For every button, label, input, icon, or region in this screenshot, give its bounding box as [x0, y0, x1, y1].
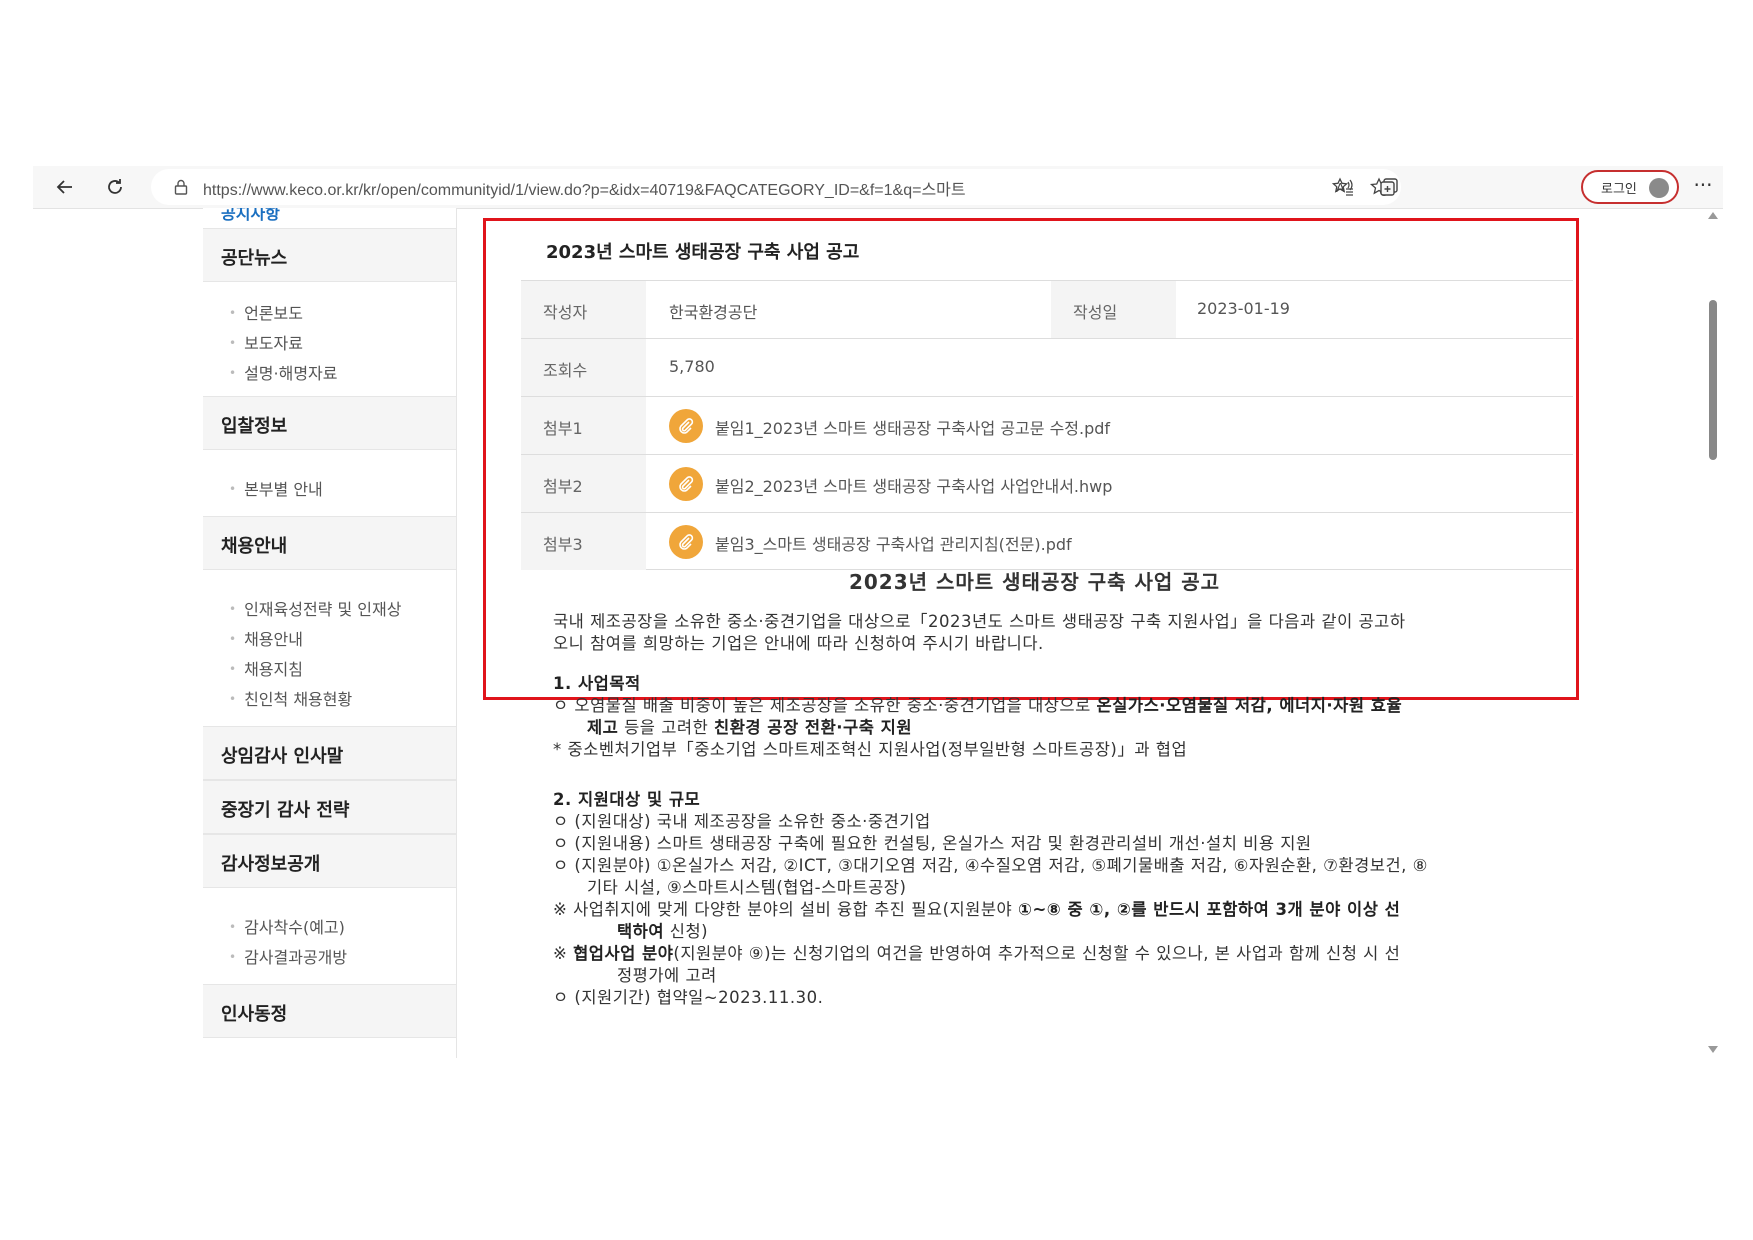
- sidebar-item-explanation[interactable]: 설명·해명자료: [229, 360, 337, 384]
- address-bar[interactable]: https://www.keco.or.kr/kr/open/community…: [151, 169, 1401, 205]
- paperclip-icon[interactable]: [669, 409, 703, 443]
- views-label: 조회수: [543, 361, 588, 380]
- url-text[interactable]: https://www.keco.or.kr/kr/open/community…: [203, 176, 966, 200]
- sidebar-item-recruit-policy[interactable]: 채용지침: [229, 656, 303, 680]
- document-intro-line: 오니 참여를 희망하는 기업은 안내에 따라 신청하여 주시기 바랍니다.: [553, 634, 1044, 653]
- section-line: ※ 사업취지에 맞게 다양한 분야의 설비 융합 추진 필요(지원분야 ①~⑧ …: [553, 900, 1401, 919]
- vertical-scrollbar[interactable]: [1703, 208, 1723, 1058]
- attachment-row: 첨부2 붙임2_2023년 스마트 생태공장 구축사업 사업안내서.hwp: [521, 454, 1573, 512]
- attachment-link[interactable]: 붙임3_스마트 생태공장 구축사업 관리지침(전문).pdf: [715, 531, 1072, 555]
- sidebar-item-press-release[interactable]: 보도자료: [229, 330, 303, 354]
- paperclip-icon[interactable]: [669, 467, 703, 501]
- scroll-down-icon[interactable]: [1708, 1046, 1718, 1053]
- sidebar-group-recruit[interactable]: 채용안내: [203, 516, 456, 570]
- sidebar-item-notice[interactable]: 공지사항: [221, 208, 280, 224]
- reload-icon: [108, 179, 122, 194]
- sidebar-item-recruit-guide[interactable]: 채용안내: [229, 626, 303, 650]
- date-value: 2023-01-19: [1197, 299, 1290, 318]
- section-title: 1. 사업목적: [553, 674, 641, 693]
- lock-icon: [171, 177, 191, 197]
- sidebar-group-label: 중장기 감사 전략: [221, 800, 350, 821]
- sidebar-group-label: 입찰정보: [221, 416, 288, 437]
- section-line: * 중소벤처기업부「중소기업 스마트제조혁신 지원사업(정부일반형 스마트공장)…: [553, 740, 1188, 759]
- more-options-icon[interactable]: ···: [1690, 174, 1716, 200]
- sidebar-item-relatives[interactable]: 친인척 채용현황: [229, 686, 352, 710]
- attachment-row: 첨부3 붙임3_스마트 생태공장 구축사업 관리지침(전문).pdf: [521, 512, 1573, 570]
- section-line: ㅇ 오염물질 배출 비중이 높은 제조공장을 소유한 중소·중견기업을 대상으로…: [553, 696, 1403, 715]
- sidebar-group-label: 인사동정: [221, 1004, 288, 1025]
- browser-window: https://www.keco.or.kr/kr/open/community…: [33, 166, 1723, 1058]
- author-value: 한국환경공단: [669, 303, 758, 322]
- section-line: ㅇ (지원분야) ①온실가스 저감, ②ICT, ③대기오염 저감, ④수질오염…: [553, 856, 1428, 875]
- login-button[interactable]: 로그인: [1581, 170, 1679, 204]
- table-row: 조회수 5,780: [521, 338, 1573, 396]
- sidebar-group-label: 채용안내: [221, 536, 288, 557]
- post-title: 2023년 스마트 생태공장 구축 사업 공고: [546, 242, 860, 263]
- section-line: 택하여 신청): [617, 922, 709, 941]
- section-line: ㅇ (지원기간) 협약일~2023.11.30.: [553, 988, 824, 1007]
- attachment-label: 첨부1: [543, 419, 583, 438]
- date-label: 작성일: [1073, 303, 1118, 322]
- sidebar-group-label: 상임감사 인사말: [221, 746, 344, 767]
- section-line: ※ 협업사업 분야(지원분야 ⑨)는 신청기업의 여건을 반영하여 추가적으로 …: [553, 944, 1401, 963]
- section-line: ㅇ (지원대상) 국내 제조공장을 소유한 중소·중견기업: [553, 812, 931, 831]
- sidebar-group-news[interactable]: 공단뉴스: [203, 228, 456, 282]
- left-sidebar: 공지사항 공단뉴스 언론보도 보도자료 설명·해명자료 입찰정보 본부별 안내 …: [203, 208, 457, 1058]
- sidebar-group-personnel[interactable]: 인사동정: [203, 984, 456, 1038]
- views-value: 5,780: [669, 357, 715, 376]
- table-row: 작성자 한국환경공단 작성일 2023-01-19: [521, 280, 1573, 338]
- attachment-label: 첨부3: [543, 535, 583, 554]
- scroll-up-icon[interactable]: [1708, 212, 1718, 219]
- attachment-link[interactable]: 붙임2_2023년 스마트 생태공장 구축사업 사업안내서.hwp: [715, 473, 1112, 497]
- sidebar-group-audit-strategy[interactable]: 중장기 감사 전략: [203, 780, 456, 834]
- attachment-link[interactable]: 붙임1_2023년 스마트 생태공장 구축사업 공고문 수정.pdf: [715, 415, 1110, 439]
- post-content: 2023년 스마트 생태공장 구축 사업 공고 작성자 한국환경공단 작성일 2…: [457, 208, 1723, 1058]
- sidebar-item-audit-results[interactable]: 감사결과공개방: [229, 944, 347, 968]
- sidebar-item-branch-guide[interactable]: 본부별 안내: [229, 476, 323, 500]
- sidebar-item-press[interactable]: 언론보도: [229, 300, 303, 324]
- reload-button[interactable]: [99, 171, 131, 203]
- favorites-icon[interactable]: [1327, 171, 1359, 203]
- back-button[interactable]: [49, 171, 81, 203]
- collections-icon[interactable]: [1373, 171, 1405, 203]
- sidebar-group-label: 감사정보공개: [221, 854, 321, 875]
- document-intro-line: 국내 제조공장을 소유한 중소·중견기업을 대상으로「2023년도 스마트 생태…: [553, 612, 1406, 631]
- attachment-row: 첨부1 붙임1_2023년 스마트 생태공장 구축사업 공고문 수정.pdf: [521, 396, 1573, 454]
- sidebar-item-audit-start[interactable]: 감사착수(예고): [229, 914, 345, 938]
- back-arrow-icon: [56, 180, 72, 194]
- section-line: ㅇ (지원내용) 스마트 생태공장 구축에 필요한 컨설팅, 온실가스 저감 및…: [553, 834, 1312, 853]
- paperclip-icon[interactable]: [669, 525, 703, 559]
- section-title: 2. 지원대상 및 규모: [553, 790, 701, 809]
- section-line: 제고 등을 고려한 친환경 공장 전환·구축 지원: [587, 718, 912, 737]
- author-label: 작성자: [543, 303, 588, 322]
- sidebar-group-audit-greeting[interactable]: 상임감사 인사말: [203, 726, 456, 780]
- profile-avatar-icon: [1649, 178, 1669, 198]
- attachment-label: 첨부2: [543, 477, 583, 496]
- sidebar-group-label: 공단뉴스: [221, 248, 288, 269]
- sidebar-item-talent[interactable]: 인재육성전략 및 인재상: [229, 596, 401, 620]
- sidebar-group-audit-info[interactable]: 감사정보공개: [203, 834, 456, 888]
- scroll-thumb[interactable]: [1709, 300, 1717, 460]
- sidebar-group-bid[interactable]: 입찰정보: [203, 396, 456, 450]
- login-label: 로그인: [1601, 182, 1637, 197]
- section-line: 정평가에 고려: [617, 966, 717, 985]
- document-heading: 2023년 스마트 생태공장 구축 사업 공고: [848, 570, 1221, 594]
- section-line: 기타 시설, ⑨스마트시스템(협업-스마트공장): [587, 878, 907, 897]
- browser-toolbar: https://www.keco.or.kr/kr/open/community…: [33, 166, 1723, 209]
